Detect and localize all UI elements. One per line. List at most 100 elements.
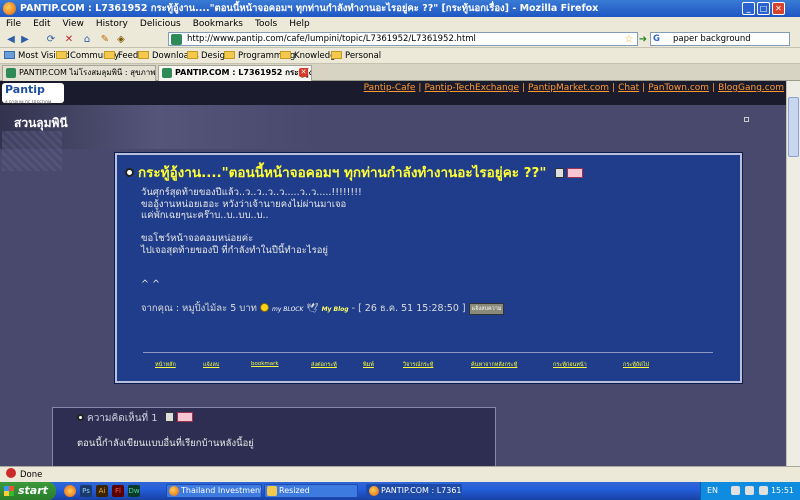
topic-body: วันศุกร์สุดท้ายของปีแล้ว..ว..ว..ว..ว....…: [141, 187, 362, 290]
menu-edit[interactable]: Edit: [27, 17, 56, 31]
most-visited-icon: [4, 51, 15, 59]
taskbar-item-resized[interactable]: Resized: [264, 484, 358, 498]
clock[interactable]: 15:51: [771, 482, 794, 500]
room-title: สวนลุมพินี: [14, 116, 68, 130]
tab-bar: PANTIP.COM ไม่โรงสมลุมพินี : สุขภาพกา...…: [0, 64, 800, 81]
tab-label: PANTIP.COM ไม่โรงสมลุมพินี : สุขภาพกา...: [19, 68, 156, 77]
mail-icon[interactable]: [567, 168, 584, 178]
action-search[interactable]: ค้นหาจากหลังกระทู้: [471, 361, 517, 369]
reply-body: ตอนนี้กำลังเขียนแบบอื่นที่เรียกบ้านหลังน…: [77, 438, 254, 449]
menu-help[interactable]: Help: [283, 17, 316, 31]
link-pantown[interactable]: PanTown.com: [648, 83, 709, 93]
close-button[interactable]: ✕: [772, 2, 785, 15]
action-review[interactable]: วิจารณ์กระทู้: [403, 361, 433, 369]
menu-bookmarks[interactable]: Bookmarks: [187, 17, 249, 31]
tab-topic[interactable]: PANTIP.COM : L7361952 กระทู้อู้งา... ✕: [158, 65, 312, 81]
stop-icon[interactable]: ✕: [62, 33, 76, 46]
firefox-icon: [169, 486, 179, 496]
pantip-favicon: [6, 68, 16, 78]
close-tab-icon[interactable]: ✕: [299, 68, 308, 77]
windows-taskbar: start Ps Ai Fl Dw Thailand Investment ..…: [0, 482, 800, 500]
tray-icon[interactable]: [731, 486, 740, 495]
print-icon[interactable]: [555, 168, 565, 178]
taskbar-item-pantip[interactable]: PANTIP.COM : L7361...: [366, 484, 462, 498]
menu-history[interactable]: History: [90, 17, 134, 31]
window-titlebar: PANTIP.COM : L7361952 กระทู้อู้งาน...."ต…: [0, 0, 800, 17]
site-favicon: [171, 34, 182, 45]
maximize-button[interactable]: □: [757, 2, 770, 15]
navigation-toolbar: ◀ ▶ ⟳ ✕ ⌂ ✎ ◈ http://www.pantip.com/cafe…: [0, 31, 800, 48]
tab-lumpini[interactable]: PANTIP.COM ไม่โรงสมลุมพินี : สุขภาพกา...: [2, 65, 156, 81]
language-indicator[interactable]: EN: [707, 482, 718, 500]
report-button[interactable]: แจ้งลบความ: [468, 303, 505, 315]
link-bloggang[interactable]: BlogGang.com: [718, 83, 784, 93]
illustrator-icon[interactable]: Ai: [96, 485, 108, 497]
link-tech-exchange[interactable]: Pantip-TechExchange: [424, 83, 519, 93]
google-icon: G: [653, 34, 660, 44]
menu-delicious[interactable]: Delicious: [134, 17, 187, 31]
topic-title-row: กระทู้อู้งาน...."ตอนนี้หน้าจอคอมฯ ทุกท่า…: [125, 161, 584, 183]
windows-logo-icon: [4, 486, 14, 496]
status-bar: Done: [0, 466, 800, 482]
tag-icon[interactable]: ◈: [114, 33, 128, 46]
search-input[interactable]: G paper background: [650, 32, 790, 46]
folder-icon: [280, 51, 291, 59]
bookmark-feeds[interactable]: Feeds: [104, 48, 143, 64]
firefox-quicklaunch-icon[interactable]: [64, 485, 76, 497]
author: จากคุณ : หมูปิ้งไม้ละ 5 บาท: [141, 303, 257, 314]
smiley-icon: [259, 303, 269, 312]
folder-icon: [104, 51, 115, 59]
action-next-topic[interactable]: กระทู้ถัดไป: [623, 361, 649, 369]
bookmarks-toolbar: Most Visited Community Feeds Downloads D…: [0, 48, 800, 64]
scrollbar-thumb[interactable]: [788, 97, 799, 157]
status-text: Done: [20, 470, 43, 480]
reload-icon[interactable]: ⟳: [44, 33, 58, 46]
action-prev-topic[interactable]: กระทู้ก่อนหน้า: [553, 361, 587, 369]
mail-icon[interactable]: [176, 412, 193, 422]
action-report[interactable]: แจ้งลบ: [203, 361, 219, 369]
firefox-icon: [3, 2, 16, 15]
tab-label: PANTIP.COM : L7361952 กระทู้อู้งา...: [175, 68, 312, 77]
tray-icon[interactable]: [759, 486, 768, 495]
room-banner-art: [2, 131, 62, 171]
pantip-header: Pantip A FORUM OF FREEDOM Pantip-Cafe | Pa…: [0, 81, 786, 105]
pantip-logo[interactable]: Pantip A FORUM OF FREEDOM: [2, 83, 64, 105]
minimize-button[interactable]: _: [742, 2, 755, 15]
bookmark-star-icon[interactable]: ☆: [622, 33, 636, 46]
tray-icon[interactable]: [745, 486, 754, 495]
vertical-scrollbar[interactable]: [786, 81, 800, 466]
folder-icon: [267, 486, 277, 496]
window-title: PANTIP.COM : L7361952 กระทู้อู้งาน...."ต…: [20, 3, 599, 14]
start-button[interactable]: start: [0, 482, 56, 500]
folder-icon: [56, 51, 67, 59]
flash-icon[interactable]: Fl: [112, 485, 124, 497]
menu-file[interactable]: File: [0, 17, 27, 31]
url-bar[interactable]: http://www.pantip.com/cafe/lumpini/topic…: [168, 32, 638, 46]
my-blog-link[interactable]: My Blog: [322, 306, 349, 313]
action-forward[interactable]: ส่งต่อกระทู้: [311, 361, 337, 369]
bookmark-personal[interactable]: Personal: [331, 48, 381, 64]
search-value: paper background: [673, 34, 751, 44]
dreamweaver-icon[interactable]: Dw: [128, 485, 140, 497]
folder-icon: [138, 51, 149, 59]
photoshop-icon[interactable]: Ps: [80, 485, 92, 497]
delicious-icon[interactable]: ✎: [98, 33, 112, 46]
firefox-icon: [369, 486, 379, 496]
menu-tools[interactable]: Tools: [249, 17, 283, 31]
back-icon[interactable]: ◀: [4, 33, 18, 46]
link-pantip-market[interactable]: PantipMarket.com: [528, 83, 609, 93]
taskbar-item-thailand[interactable]: Thailand Investment ...: [166, 484, 262, 498]
action-bookmark[interactable]: bookmark: [251, 361, 279, 367]
print-icon[interactable]: [164, 412, 174, 422]
reply-title-row: ความคิดเห็นที่ 1: [77, 411, 193, 426]
menu-view[interactable]: View: [57, 17, 90, 31]
forward-icon[interactable]: ▶: [18, 33, 32, 46]
go-arrow-icon[interactable]: ➜: [636, 33, 650, 46]
folder-icon: [331, 51, 342, 59]
action-print[interactable]: พิมพ์: [363, 361, 374, 369]
link-pantip-cafe[interactable]: Pantip-Cafe: [364, 83, 416, 93]
link-chat[interactable]: Chat: [618, 83, 639, 93]
home-icon[interactable]: ⌂: [80, 33, 94, 46]
my-block-link[interactable]: my BLOCK: [272, 306, 303, 313]
action-home[interactable]: หน้าหลัก: [155, 361, 176, 369]
